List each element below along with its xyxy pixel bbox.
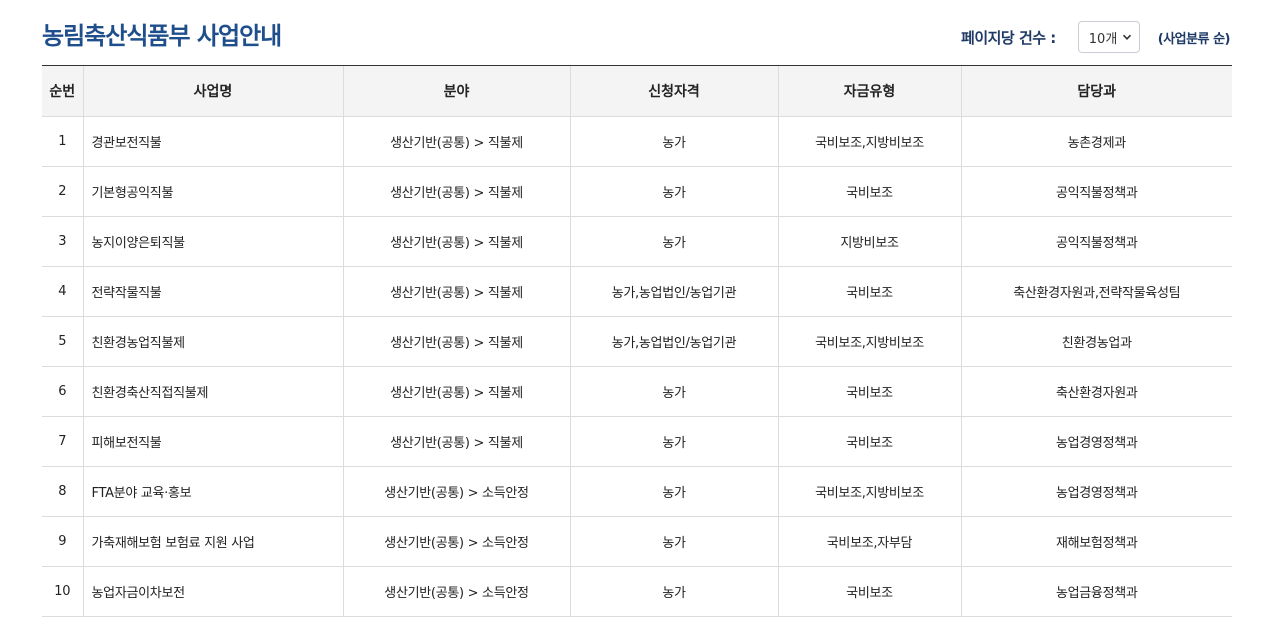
- col-header-field: 분야: [342, 65, 570, 117]
- row-number: 4: [42, 266, 83, 317]
- fund-type-cell: 국비보조,지방비보조: [777, 116, 961, 167]
- field-cell: 생산기반(공통) > 소득안정: [342, 566, 570, 617]
- list-controls: 페이지당 건수 : 10개 (사업분류 순): [961, 21, 1232, 53]
- business-name-link[interactable]: 농업자금이차보전: [82, 566, 343, 617]
- fund-type-cell: 국비보조: [777, 566, 961, 617]
- row-number: 8: [42, 466, 83, 517]
- row-number: 3: [42, 216, 83, 267]
- fund-type-cell: 국비보조,지방비보조: [777, 466, 961, 517]
- field-cell: 생산기반(공통) > 직불제: [342, 116, 570, 167]
- per-page-value: 10개: [1088, 31, 1118, 47]
- table-row[interactable]: 1 경관보전직불 생산기반(공통) > 직불제 농가 국비보조,지방비보조 농촌경제과: [42, 116, 1232, 167]
- row-number: 5: [42, 316, 83, 367]
- eligibility-cell: 농가: [569, 416, 778, 467]
- eligibility-cell: 농가,농업법인/농업기관: [569, 266, 778, 317]
- table-row[interactable]: 5 친환경농업직불제 생산기반(공통) > 직불제 농가,농업법인/농업기관 국비보조,…: [42, 316, 1232, 367]
- business-name-link[interactable]: 경관보전직불: [82, 116, 343, 167]
- department-cell: 재해보험정책과: [960, 516, 1232, 567]
- field-cell: 생산기반(공통) > 직불제: [342, 316, 570, 367]
- col-header-number: 순번: [42, 65, 83, 117]
- department-cell: 축산환경자원과,전략작물육성팀: [960, 266, 1232, 317]
- department-cell: 농업경영정책과: [960, 466, 1232, 517]
- fund-type-cell: 국비보조,지방비보조: [777, 316, 961, 367]
- page-header: 농림축산식품부 사업안내 페이지당 건수 : 10개 (사업분류 순): [42, 0, 1232, 64]
- business-name-link[interactable]: 가축재해보험 보험료 지원 사업: [82, 516, 343, 567]
- fund-type-cell: 국비보조: [777, 166, 961, 217]
- eligibility-cell: 농가: [569, 366, 778, 417]
- department-cell: 공익직불정책과: [960, 216, 1232, 267]
- eligibility-cell: 농가: [569, 516, 778, 567]
- row-number: 7: [42, 416, 83, 467]
- chevron-down-icon: [1122, 34, 1131, 40]
- business-name-link[interactable]: 기본형공익직불: [82, 166, 343, 217]
- table-row[interactable]: 3 농지이양은퇴직불 생산기반(공통) > 직불제 농가 지방비보조 공익직불정책과: [42, 216, 1232, 267]
- eligibility-cell: 농가: [569, 116, 778, 167]
- row-number: 1: [42, 116, 83, 167]
- row-number: 10: [42, 566, 83, 617]
- fund-type-cell: 국비보조: [777, 366, 961, 417]
- eligibility-cell: 농가,농업법인/농업기관: [569, 316, 778, 367]
- field-cell: 생산기반(공통) > 직불제: [342, 416, 570, 467]
- table-header-row: 순번 사업명 분야 신청자격 자금유형 담당과: [42, 65, 1232, 117]
- department-cell: 농업경영정책과: [960, 416, 1232, 467]
- eligibility-cell: 농가: [569, 166, 778, 217]
- business-name-link[interactable]: 농지이양은퇴직불: [82, 216, 343, 267]
- business-name-link[interactable]: FTA분야 교육·홍보: [82, 466, 343, 517]
- fund-type-cell: 국비보조: [777, 416, 961, 467]
- eligibility-cell: 농가: [569, 466, 778, 517]
- eligibility-cell: 농가: [569, 216, 778, 267]
- field-cell: 생산기반(공통) > 소득안정: [342, 516, 570, 567]
- field-cell: 생산기반(공통) > 소득안정: [342, 466, 570, 517]
- per-page-select[interactable]: 10개: [1077, 21, 1140, 53]
- col-header-department: 담당과: [960, 65, 1232, 117]
- department-cell: 공익직불정책과: [960, 166, 1232, 217]
- field-cell: 생산기반(공통) > 직불제: [342, 166, 570, 217]
- business-name-link[interactable]: 전략작물직불: [82, 266, 343, 317]
- eligibility-cell: 농가: [569, 566, 778, 617]
- department-cell: 친환경농업과: [960, 316, 1232, 367]
- page-title: 농림축산식품부 사업안내: [42, 22, 282, 50]
- table-row[interactable]: 7 피해보전직불 생산기반(공통) > 직불제 농가 국비보조 농업경영정책과: [42, 416, 1232, 467]
- fund-type-cell: 국비보조: [777, 266, 961, 317]
- business-name-link[interactable]: 친환경농업직불제: [82, 316, 343, 367]
- department-cell: 농촌경제과: [960, 116, 1232, 167]
- business-table: 순번 사업명 분야 신청자격 자금유형 담당과 1 경관보전직불 생산기반(공통) …: [42, 65, 1232, 617]
- per-page-label: 페이지당 건수 :: [961, 28, 1056, 47]
- field-cell: 생산기반(공통) > 직불제: [342, 266, 570, 317]
- business-name-link[interactable]: 피해보전직불: [82, 416, 343, 467]
- table-row[interactable]: 2 기본형공익직불 생산기반(공통) > 직불제 농가 국비보조 공익직불정책과: [42, 166, 1232, 217]
- table-row[interactable]: 8 FTA분야 교육·홍보 생산기반(공통) > 소득안정 농가 국비보조,지방비보조 농…: [42, 466, 1232, 517]
- col-header-eligibility: 신청자격: [569, 65, 778, 117]
- sort-label: (사업분류 순): [1157, 31, 1231, 47]
- table-row[interactable]: 10 농업자금이차보전 생산기반(공통) > 소득안정 농가 국비보조 농업금융정책과: [42, 566, 1232, 617]
- table-row[interactable]: 9 가축재해보험 보험료 지원 사업 생산기반(공통) > 소득안정 농가 국비보조,자…: [42, 516, 1232, 567]
- department-cell: 축산환경자원과: [960, 366, 1232, 417]
- fund-type-cell: 지방비보조: [777, 216, 961, 267]
- table-row[interactable]: 6 친환경축산직접직불제 생산기반(공통) > 직불제 농가 국비보조 축산환경자원과: [42, 366, 1232, 417]
- department-cell: 농업금융정책과: [960, 566, 1232, 617]
- field-cell: 생산기반(공통) > 직불제: [342, 216, 570, 267]
- col-header-fund-type: 자금유형: [777, 65, 961, 117]
- field-cell: 생산기반(공통) > 직불제: [342, 366, 570, 417]
- table-row[interactable]: 4 전략작물직불 생산기반(공통) > 직불제 농가,농업법인/농업기관 국비보조 축산환…: [42, 266, 1232, 317]
- row-number: 2: [42, 166, 83, 217]
- row-number: 9: [42, 516, 83, 567]
- fund-type-cell: 국비보조,자부담: [777, 516, 961, 567]
- col-header-business-name: 사업명: [82, 65, 343, 117]
- business-name-link[interactable]: 친환경축산직접직불제: [82, 366, 343, 417]
- row-number: 6: [42, 366, 83, 417]
